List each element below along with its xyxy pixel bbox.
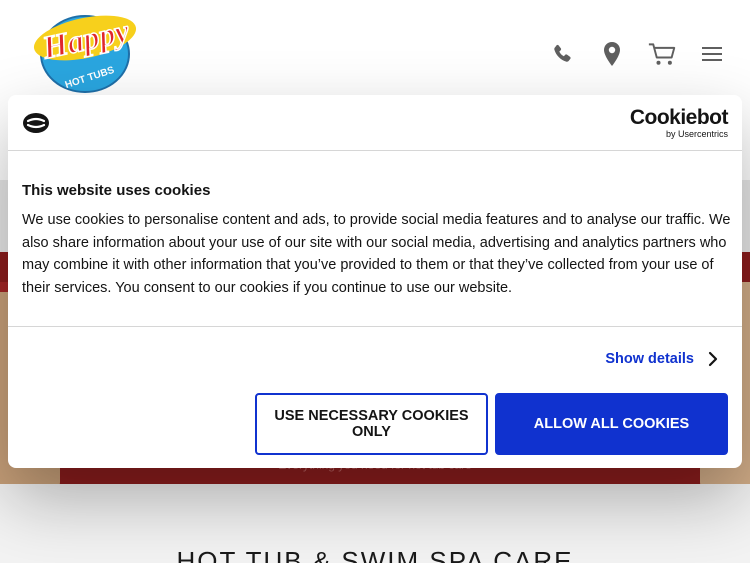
location-pin-icon[interactable]	[598, 40, 626, 68]
allow-all-cookies-button[interactable]: ALLOW ALL COOKIES	[495, 393, 728, 455]
show-details-label: Show details	[605, 351, 694, 367]
phone-icon[interactable]	[548, 40, 576, 68]
cart-icon[interactable]	[648, 40, 676, 68]
cookie-dialog-divider	[8, 326, 742, 327]
cookie-dialog-header: Cookiebot by Usercentrics	[8, 95, 742, 151]
menu-icon[interactable]	[698, 40, 726, 68]
header-icons	[548, 40, 726, 68]
cookiebot-brand-sub: by Usercentrics	[665, 129, 728, 139]
show-details-link[interactable]: Show details	[605, 351, 718, 367]
section-title: HOT TUB & SWIM SPA CARE	[176, 546, 574, 563]
cookiebot-logo[interactable]: Cookiebot by Usercentrics	[629, 106, 729, 140]
cookie-dialog-body: We use cookies to personalise content an…	[22, 212, 731, 296]
cookie-consent-dialog: Cookiebot by Usercentrics This website u…	[8, 95, 742, 468]
cookiebot-icon	[22, 112, 50, 139]
happy-hot-tubs-logo[interactable]: Happy HOT TUBS	[28, 8, 138, 96]
chevron-right-icon	[708, 351, 718, 367]
cookiebot-brand-name: Cookiebot	[629, 106, 729, 129]
cookie-dialog-title: This website uses cookies	[22, 182, 211, 199]
use-necessary-cookies-button[interactable]: USE NECESSARY COOKIES ONLY	[255, 393, 488, 455]
